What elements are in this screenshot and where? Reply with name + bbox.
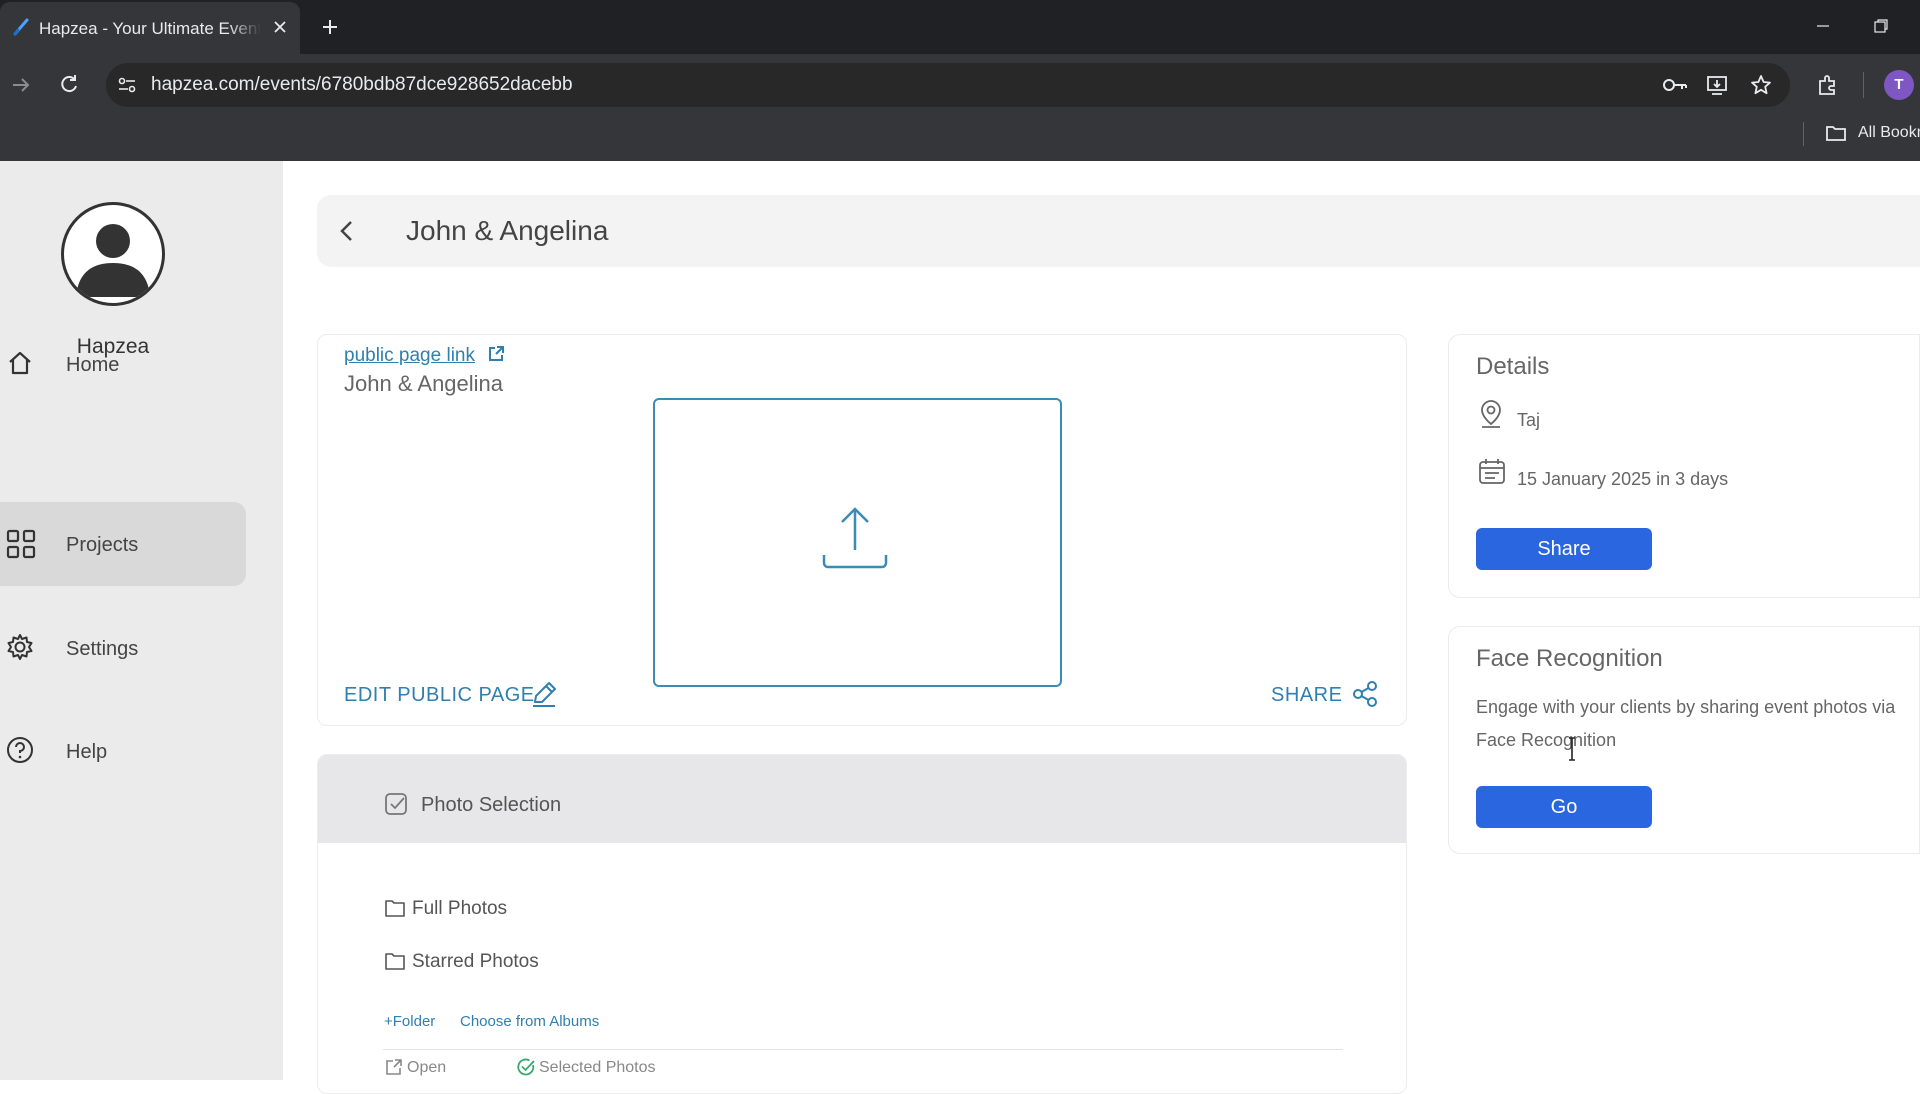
restore-icon[interactable] [1873, 18, 1889, 34]
event-card: public page link John & Angelina EDIT PU… [317, 334, 1407, 726]
reload-icon[interactable] [58, 73, 80, 95]
home-icon [6, 349, 34, 377]
face-recognition-title: Face Recognition [1476, 645, 1663, 672]
face-recognition-card: Face Recognition Engage with your client… [1448, 626, 1920, 854]
url-text[interactable]: hapzea.com/events/6780bdb87dce928652dace… [151, 74, 573, 96]
profile-avatar[interactable]: T [1884, 70, 1914, 100]
page-header: John & Angelina [317, 195, 1920, 267]
add-folder-link[interactable]: +Folder [384, 1013, 435, 1030]
selected-photos-button[interactable]: Selected Photos [516, 1057, 656, 1077]
checkbox-icon [384, 792, 408, 816]
folder-label: Starred Photos [412, 951, 539, 972]
photo-selection-title: Photo Selection [421, 794, 562, 816]
selected-photos-label: Selected Photos [539, 1059, 656, 1076]
folder-icon [1825, 124, 1847, 142]
back-arrow-icon[interactable] [333, 217, 361, 245]
sidebar-item-label: Help [66, 741, 108, 763]
toolbar-divider [1863, 72, 1864, 98]
share-button[interactable]: Share [1476, 528, 1652, 570]
event-location: Taj [1517, 410, 1541, 430]
open-external-icon [384, 1057, 404, 1077]
sidebar-item-settings[interactable]: Settings [0, 606, 246, 690]
edit-public-page-button[interactable]: EDIT PUBLIC PAGE [344, 684, 535, 707]
browser-tab[interactable]: Hapzea - Your Ultimate Event Planner [0, 2, 300, 54]
check-circle-icon [516, 1057, 536, 1077]
sidebar-item-home[interactable]: Home [0, 322, 246, 406]
tab-strip: Hapzea - Your Ultimate Event Planner [0, 0, 1920, 54]
sidebar-item-projects[interactable]: Projects [0, 502, 246, 586]
site-info-icon[interactable] [116, 74, 138, 96]
upload-icon [820, 505, 890, 575]
open-label: Open [407, 1059, 447, 1076]
open-button[interactable]: Open [384, 1057, 446, 1077]
password-key-icon[interactable] [1662, 76, 1688, 94]
all-bookmarks-link[interactable]: All Bookmarks [1858, 124, 1920, 142]
page-title: John & Angelina [406, 215, 609, 246]
choose-from-albums-link[interactable]: Choose from Albums [460, 1013, 599, 1030]
details-title: Details [1476, 353, 1550, 380]
share-icon[interactable] [1351, 680, 1379, 708]
sidebar: Hapzea Home Projects Settings Help [0, 161, 283, 1080]
close-tab-icon[interactable] [272, 19, 288, 35]
sidebar-item-label: Home [66, 354, 120, 376]
grid-icon [6, 529, 36, 559]
photo-selection-card: Photo Selection Full Photos Starred Phot… [317, 754, 1407, 1094]
pencil-icon[interactable] [530, 680, 558, 708]
text-cursor-icon [1567, 737, 1577, 761]
details-card: Details Taj 15 January 2025 in 3 days Sh… [1448, 334, 1920, 598]
face-recognition-description: Engage with your clients by sharing even… [1476, 697, 1896, 750]
share-link-button[interactable]: SHARE [1271, 684, 1342, 707]
new-tab-icon[interactable] [320, 17, 340, 37]
go-button[interactable]: Go [1476, 786, 1652, 828]
divider [383, 1049, 1343, 1050]
tab-title: Hapzea - Your Ultimate Event Planner [39, 19, 261, 38]
folder-label: Full Photos [412, 898, 508, 919]
address-bar[interactable]: hapzea.com/events/6780bdb87dce928652dace… [106, 63, 1790, 107]
minimize-icon[interactable] [1815, 18, 1831, 34]
sidebar-item-help[interactable]: Help [0, 709, 246, 793]
bookmark-star-icon[interactable] [1750, 74, 1772, 96]
favicon-icon [12, 18, 30, 36]
bookmarks-divider [1803, 122, 1804, 146]
calendar-icon [1478, 458, 1506, 486]
forward-arrow-icon[interactable] [11, 76, 31, 94]
event-name: John & Angelina [344, 371, 504, 396]
help-icon [6, 736, 34, 764]
folder-icon [384, 950, 406, 972]
location-pin-icon [1478, 399, 1504, 429]
external-link-icon[interactable] [486, 344, 506, 364]
folder-icon [384, 897, 406, 919]
user-avatar-icon[interactable] [61, 202, 165, 306]
browser-chrome: Hapzea - Your Ultimate Event Planner hap… [0, 0, 1920, 161]
event-date: 15 January 2025 in 3 days [1517, 469, 1729, 489]
sidebar-item-label: Projects [66, 534, 139, 556]
public-page-link[interactable]: public page link [344, 345, 475, 367]
cover-upload-dropzone[interactable] [653, 398, 1062, 687]
sidebar-item-label: Settings [66, 638, 139, 660]
extensions-icon[interactable] [1816, 73, 1840, 97]
install-app-icon[interactable] [1706, 74, 1728, 96]
gear-icon [6, 633, 34, 661]
photo-selection-header[interactable]: Photo Selection [318, 755, 1406, 843]
